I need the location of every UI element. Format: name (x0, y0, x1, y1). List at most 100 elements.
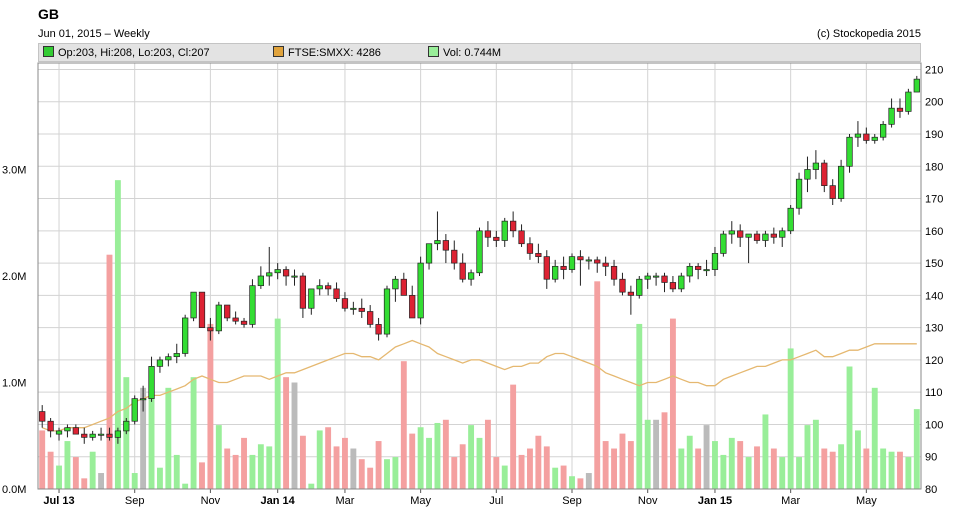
candle-body (703, 269, 710, 272)
volume-bar (577, 478, 584, 489)
volume-bar (518, 454, 525, 489)
candle-body (795, 178, 803, 209)
volume-bar (678, 448, 685, 489)
candle-body (812, 162, 820, 170)
volume-bar (510, 384, 517, 489)
candle-body (97, 433, 105, 436)
volume-bar (459, 444, 466, 489)
candle-body (308, 288, 315, 309)
candle-body (863, 133, 870, 141)
x-tick-label: Nov (638, 495, 658, 507)
volume-bar (476, 437, 483, 489)
volume-bar (484, 419, 491, 489)
candle-body (375, 324, 382, 335)
candle-body (182, 317, 189, 354)
candle-body (425, 243, 433, 264)
volume-bar (770, 448, 777, 489)
volume-bar (89, 451, 96, 489)
volume-bar (669, 318, 676, 489)
volume-bar (283, 377, 290, 489)
candle-body (476, 230, 483, 274)
candle-body (207, 327, 214, 332)
x-tick-label: Jul (489, 495, 503, 507)
price-tick-label: 200 (925, 97, 943, 109)
volume-bar (619, 433, 626, 489)
candle-body (737, 230, 744, 238)
candle-body (779, 230, 786, 238)
volume-bar (442, 419, 449, 489)
candle-body (804, 169, 811, 180)
x-tick-label: Jan 15 (698, 495, 732, 507)
volume-bar (804, 425, 811, 489)
candle-body (299, 275, 307, 309)
x-tick-label: May (410, 495, 431, 507)
candle-body (610, 265, 618, 280)
volume-bar (367, 467, 374, 489)
volume-bar (375, 441, 382, 489)
volume-bar (417, 427, 424, 489)
price-tick-label: 120 (925, 355, 943, 367)
candle-body (913, 78, 920, 93)
x-tick-label: Sep (562, 495, 582, 507)
candle-body (123, 420, 130, 432)
volume-bar (695, 448, 702, 489)
x-tick-label: Jan 14 (261, 495, 296, 507)
volume-tick-label: 3.0M (2, 165, 26, 177)
price-tick-label: 140 (925, 290, 943, 302)
volume-bar (854, 430, 861, 489)
volume-bar (720, 454, 727, 489)
candle-body (560, 265, 567, 270)
volume-bar (644, 419, 651, 489)
volume-bar (821, 448, 828, 489)
candle-body (762, 233, 769, 241)
candle-body (896, 107, 904, 112)
volume-bar (308, 483, 315, 489)
candle-body (325, 285, 332, 290)
volume-bar (585, 473, 592, 489)
volume-bar (451, 457, 458, 489)
price-tick-label: 190 (925, 129, 943, 141)
price-chart: 80 90 100 110 120 130 140 150 160 170 180 190 200 210… (2, 62, 943, 507)
volume-bar (745, 457, 752, 489)
volume-bar (299, 435, 306, 489)
candle-body (173, 353, 180, 358)
price-tick-label: 130 (925, 323, 943, 335)
volume-bar (796, 457, 803, 489)
candle-body (745, 233, 752, 238)
candle-body (661, 275, 668, 283)
price-tick-label: 210 (925, 64, 943, 76)
candle-body (770, 233, 777, 238)
volume-bar (560, 465, 567, 489)
candle-body (274, 269, 281, 274)
volume-bar (316, 430, 323, 489)
candle-body (888, 107, 895, 125)
candle-body (467, 272, 475, 280)
candle-body (198, 291, 206, 328)
volume-bar (384, 459, 390, 489)
candle-body (367, 311, 374, 325)
volume-bar (812, 419, 819, 489)
candle-body (510, 220, 517, 232)
candle-body (434, 240, 441, 245)
volume-bar (131, 473, 138, 489)
volume-tick-label: 2.0M (2, 271, 26, 283)
candle-body (585, 259, 592, 262)
candle-body (493, 236, 500, 241)
volume-bar (342, 437, 348, 489)
candle-body (131, 398, 138, 422)
x-tick-label: Mar (781, 495, 800, 507)
volume-bar (257, 444, 264, 489)
candle-body (905, 91, 912, 112)
candle-body (644, 275, 651, 280)
x-tick-label: May (856, 495, 877, 507)
candle-body (400, 278, 407, 296)
volume-bar (501, 465, 508, 489)
volume-bar (207, 323, 214, 489)
volume-bar (913, 409, 920, 489)
volume-bar (274, 318, 281, 489)
candle-body (106, 433, 113, 438)
candle-body (678, 275, 685, 290)
volume-bar (39, 430, 46, 489)
candle-body (880, 123, 887, 138)
candle-body (249, 285, 256, 325)
